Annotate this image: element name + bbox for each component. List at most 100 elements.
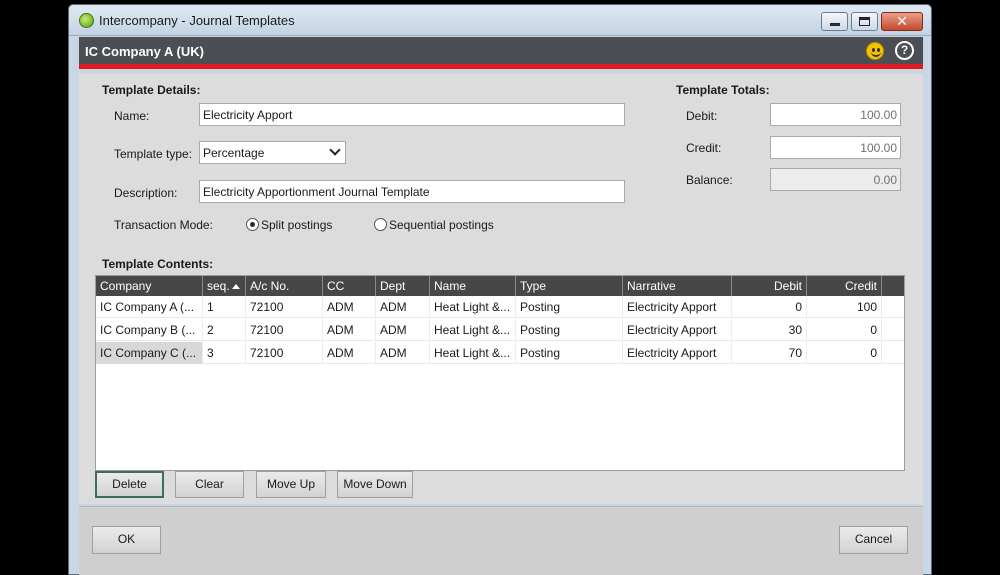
close-icon: ✕ [896,13,908,30]
table-cell[interactable]: 0 [807,342,882,364]
balance-value: 0.00 [770,168,901,191]
table-cell[interactable]: Electricity Apport [623,319,732,341]
column-header-label: Narrative [627,279,676,293]
table-cell[interactable]: Heat Light &... [430,296,516,318]
sequential-postings-radio[interactable] [374,218,387,231]
app-logo-icon [79,13,94,28]
template-type-label: Template type: [114,147,193,161]
table-cell[interactable]: 0 [732,296,807,318]
credit-total-label: Credit: [686,141,722,155]
debit-total-label: Debit: [686,109,718,123]
template-contents-heading: Template Contents: [102,257,214,271]
column-header-label: Credit [844,279,877,293]
window-title: Intercompany - Journal Templates [99,13,295,28]
move-up-button[interactable]: Move Up [256,471,326,498]
table-cell[interactable]: ADM [323,296,376,318]
minimize-button[interactable] [821,12,848,31]
title-bar[interactable]: Intercompany - Journal Templates ✕ [69,5,931,36]
debit-total-value: 100.00 [770,103,901,126]
ok-button[interactable]: OK [92,526,161,554]
delete-button[interactable]: Delete [95,471,164,498]
column-header-label: A/c No. [250,279,290,293]
column-header-label: Company [100,279,152,293]
balance-label: Balance: [686,173,733,187]
table-cell[interactable]: IC Company A (... [96,296,203,318]
sort-ascending-icon [231,284,240,289]
table-cell[interactable]: ADM [323,319,376,341]
column-header-dept[interactable]: Dept [376,276,430,296]
split-postings-radio[interactable] [246,218,259,231]
table-cell[interactable]: 3 [203,342,246,364]
column-header-type[interactable]: Type [516,276,623,296]
column-header-label: seq. [207,279,230,293]
table-cell[interactable]: ADM [376,342,430,364]
maximize-button[interactable] [851,12,878,31]
table-cell[interactable]: 1 [203,296,246,318]
column-header-company[interactable]: Company [96,276,203,296]
maximize-icon [859,17,870,26]
column-header-label: Debit [773,279,802,293]
template-type-value: Percentage [203,146,265,160]
table-cell[interactable]: Heat Light &... [430,342,516,364]
move-down-button[interactable]: Move Down [337,471,413,498]
chevron-down-icon [329,144,341,156]
table-cell[interactable]: 2 [203,319,246,341]
minimize-icon [829,23,840,26]
table-cell[interactable]: Posting [516,342,623,364]
company-name: IC Company A (UK) [85,44,204,59]
feedback-smiley-icon[interactable] [866,42,884,60]
table-row[interactable]: IC Company C (... 3 72100 ADM ADM Heat Light … [96,342,904,364]
table-cell[interactable]: 72100 [246,319,323,341]
table-cell[interactable]: IC Company C (... [96,342,203,364]
table-cell[interactable]: IC Company B (... [96,319,203,341]
journal-templates-window: Intercompany - Journal Templates ✕ IC Co… [68,4,932,575]
table-cell[interactable]: 72100 [246,296,323,318]
split-postings-label[interactable]: Split postings [261,218,332,232]
table-cell[interactable]: 72100 [246,342,323,364]
column-header-label: Dept [380,279,406,293]
table-cell[interactable]: Posting [516,319,623,341]
table-cell[interactable]: 100 [807,296,882,318]
table-cell[interactable]: Heat Light &... [430,319,516,341]
column-header-credit[interactable]: Credit [807,276,882,296]
help-icon[interactable]: ? [895,41,914,60]
clear-button[interactable]: Clear [175,471,244,498]
table-cell[interactable]: ADM [376,296,430,318]
grid-header: Company seq. A/c No. CC Dept Name Type Narrativ… [96,276,904,296]
name-label: Name: [114,109,150,123]
credit-total-value: 100.00 [770,136,901,159]
table-cell[interactable]: Electricity Apport [623,342,732,364]
table-cell[interactable]: 30 [732,319,807,341]
template-details-heading: Template Details: [102,83,201,97]
table-cell[interactable]: Posting [516,296,623,318]
table-cell[interactable]: ADM [376,319,430,341]
description-label: Description: [114,186,178,200]
table-row[interactable]: IC Company A (... 1 72100 ADM ADM Heat Light … [96,296,904,318]
name-input[interactable]: Electricity Apport [199,103,625,126]
cancel-button[interactable]: Cancel [839,526,908,554]
company-header: IC Company A (UK) ? [79,37,923,69]
column-header-seq[interactable]: seq. [203,276,246,296]
column-header-narrative[interactable]: Narrative [623,276,732,296]
table-cell[interactable]: ADM [323,342,376,364]
template-contents-grid: Company seq. A/c No. CC Dept Name Type Narrativ… [95,275,905,471]
table-cell[interactable]: 70 [732,342,807,364]
column-header-name[interactable]: Name [430,276,516,296]
table-cell[interactable]: Electricity Apport [623,296,732,318]
close-button[interactable]: ✕ [881,12,923,31]
table-row[interactable]: IC Company B (... 2 72100 ADM ADM Heat Light … [96,319,904,341]
column-header-label: Type [520,279,547,293]
column-header-cc[interactable]: CC [323,276,376,296]
dialog-footer: OK Cancel [79,506,923,575]
column-header-label: CC [327,279,345,293]
template-type-select[interactable]: Percentage [199,141,346,164]
template-totals-heading: Template Totals: [676,83,770,97]
description-input[interactable]: Electricity Apportionment Journal Templa… [199,180,625,203]
transaction-mode-label: Transaction Mode: [114,218,213,232]
column-header-label: Name [434,279,467,293]
column-header-debit[interactable]: Debit [732,276,807,296]
column-header-a-c-no[interactable]: A/c No. [246,276,323,296]
template-panel: Template Details: Name: Electricity Appo… [79,74,923,504]
sequential-postings-label[interactable]: Sequential postings [389,218,494,232]
table-cell[interactable]: 0 [807,319,882,341]
